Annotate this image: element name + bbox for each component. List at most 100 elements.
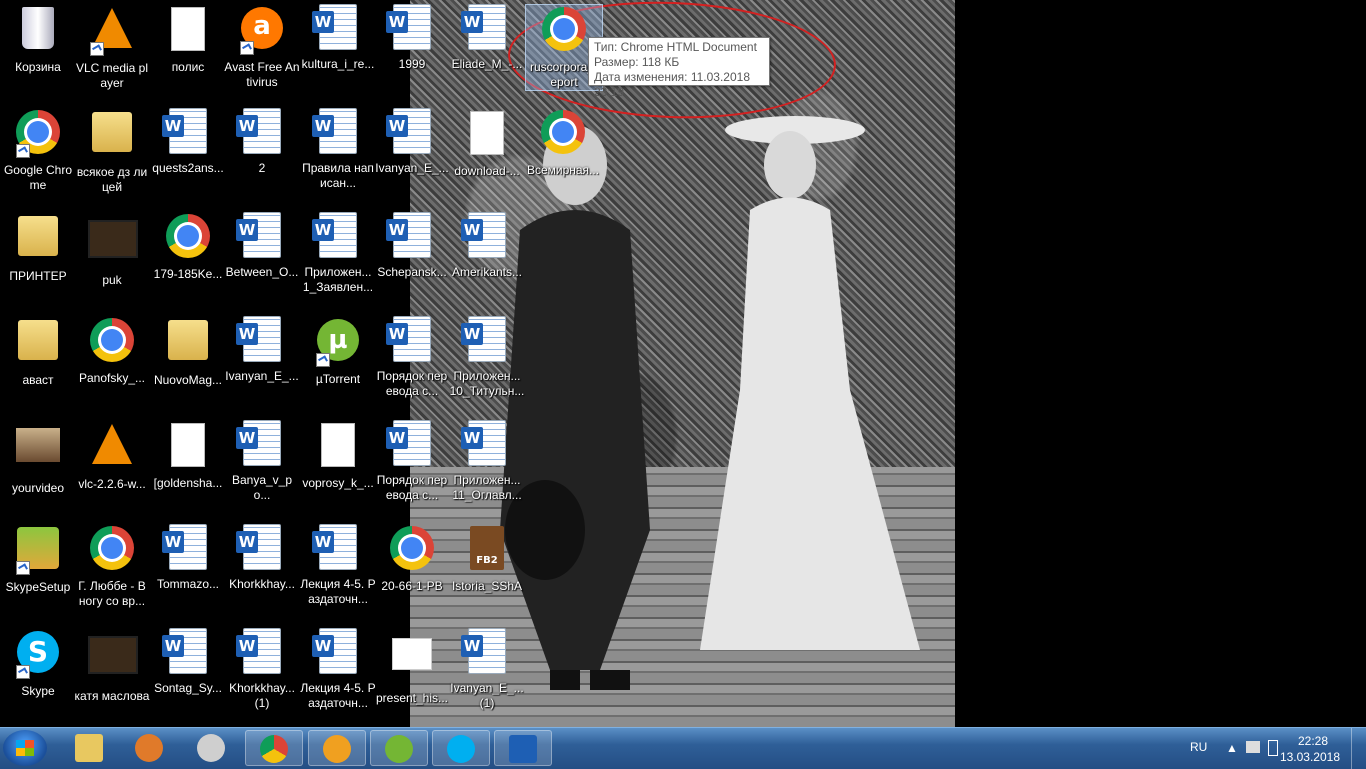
helm-icon [323,735,351,763]
desktop-icon[interactable]: Приложен... 10_Титульн... [449,316,525,399]
chrome-glyph [90,526,134,570]
taskbar-helm-button[interactable] [308,730,366,766]
taskbar-media-player-button[interactable] [120,730,178,766]
clock-time[interactable]: 22:28 [1298,734,1328,748]
torrentdoc-glyph [171,423,205,467]
desktop-icon[interactable]: quests2ans... [150,108,226,176]
tooltip-type: Тип: Chrome HTML Document [594,40,757,54]
show-desktop-button[interactable] [1351,728,1366,769]
clock-date[interactable]: 13.03.2018 [1280,750,1340,764]
desktop-icon[interactable]: Banya_v_po... [224,420,300,503]
taskbar-skype-button[interactable] [432,730,490,766]
taskbar-utorrent-button[interactable] [370,730,428,766]
desktop-icon[interactable]: voprosy_k_... [300,420,376,491]
word-icon [162,628,212,676]
desktop-icon[interactable]: Sontag_Sy... [150,628,226,696]
taskbar-word-button[interactable] [494,730,552,766]
word-icon [386,108,436,156]
desktop-icon[interactable]: 179-185Ke... [150,212,226,282]
word-glyph [386,4,431,50]
desktop-icon[interactable]: Schepansk... [374,212,450,280]
desktop-icon[interactable]: NuovoMag... [150,316,226,388]
desktop-icon[interactable]: катя маслова [74,628,150,704]
desktop-icon[interactable]: 2 [224,108,300,176]
video-icon [88,636,138,684]
desktop-icon[interactable]: Лекция 4-5. Раздаточн... [300,628,376,711]
desktop-icon[interactable]: Лекция 4-5. Раздаточн... [300,524,376,607]
blank-glyph [321,423,355,467]
desktop-icon[interactable]: present_his... [374,628,450,706]
desktop-icon[interactable]: Ivanyan_E_... [374,108,450,176]
desktop-icon[interactable]: Ivanyan_E_... [224,316,300,384]
desktop-icon-label: Sontag_Sy... [154,681,222,695]
desktop-icon-label: Istoria_SShA [451,579,523,593]
word-glyph [312,628,357,674]
chrome-icon [88,526,136,574]
desktop-icon[interactable]: полис [150,4,226,75]
taskbar-explorer-button[interactable] [60,730,118,766]
blank-icon [164,7,212,55]
desktop-icon-label: Between_O... [225,265,299,279]
desktop-icon[interactable]: всякое дз лицей [74,108,150,195]
desktop-icon[interactable]: Г. Люббе - В ногу со вр... [74,524,150,609]
start-button[interactable] [3,730,47,766]
desktop-icon[interactable]: Between_O... [224,212,300,280]
desktop-icon[interactable]: 20-66-1-PB [374,524,450,594]
desktop-icon[interactable]: VLC media player [74,4,150,91]
folder-icon [88,112,136,160]
desktop-icon[interactable]: Приложен... 11_Оглавл... [449,420,525,503]
taskbar-chrome-button[interactable] [245,730,303,766]
desktop-icon[interactable]: Порядок перевода с... [374,420,450,503]
desktop-icon[interactable]: µ µTorrent [300,316,376,387]
desktop-icon[interactable]: Amerikants... [449,212,525,280]
taskbar-paint-button[interactable] [182,730,240,766]
desktop-icon[interactable]: Всемирная... [525,108,601,178]
desktop-icon[interactable]: Khorkkhay... [224,524,300,592]
blank-glyph [171,7,205,51]
word-glyph [386,212,431,258]
show-hidden-icons-icon[interactable]: ▲ [1226,741,1238,755]
html-icon [463,111,511,159]
desktop-icon[interactable]: Google Chrome [0,108,76,193]
desktop-icon-label: всякое дз лицей [76,165,148,194]
desktop-icon[interactable]: SkypeSetup [0,524,76,595]
desktop-icon[interactable]: 1999 [374,4,450,72]
desktop-icon-label: Schepansk... [377,265,447,279]
desktop-icon-label: voprosy_k_... [302,476,374,490]
desktop-icon[interactable]: аваст [0,316,76,388]
desktop-icon[interactable]: S Skype [0,628,76,699]
desktop-icon[interactable]: Ivanyan_E_... (1) [449,628,525,711]
desktop-icon[interactable]: puk [74,212,150,288]
battery-icon[interactable] [1268,740,1278,756]
desktop-icon[interactable]: Khorkkhay... (1) [224,628,300,711]
desktop-icon[interactable]: a Avast Free Antivirus [224,4,300,90]
word-icon [312,628,362,676]
desktop-icon-label: Skype [21,684,55,698]
desktop-icon-label: аваст [22,373,54,387]
taskbar: RU ▲ 22:28 13.03.2018 [0,727,1366,769]
desktop-icon[interactable]: yourvideo [0,420,76,496]
desktop-icon[interactable]: Корзина [0,4,76,75]
vlc-glyph [92,424,132,464]
desktop-icon-label: Ivanyan_E_... [225,369,299,383]
desktop-icon[interactable]: Eliade_M_-... [449,4,525,72]
word-icon [386,316,436,364]
language-indicator[interactable]: RU [1190,740,1207,754]
desktop-icon[interactable]: Правила написан... [300,108,376,191]
photo-icon [14,428,62,476]
network-icon[interactable] [1246,741,1260,753]
word-glyph [162,628,207,674]
desktop-icon[interactable]: ПРИНТЕР [0,212,76,284]
desktop-icon[interactable]: FB2 Istoria_SShA [449,524,525,594]
desktop-icon[interactable]: [goldensha... [150,420,226,491]
desktop-icon[interactable]: Приложен... 1_Заявлен... [300,212,376,295]
word-icon [236,524,286,572]
desktop-icon[interactable]: Panofsky_... [74,316,150,386]
desktop-icon[interactable]: kultura_i_re... [300,4,376,72]
desktop-icon[interactable]: vlc-2.2.6-w... [74,420,150,492]
word-icon [461,628,511,676]
desktop-icon[interactable]: download-... [449,108,525,179]
desktop-icon[interactable]: Tommazo... [150,524,226,592]
vlc-icon [88,8,136,56]
desktop-icon[interactable]: Порядок перевода с... [374,316,450,399]
